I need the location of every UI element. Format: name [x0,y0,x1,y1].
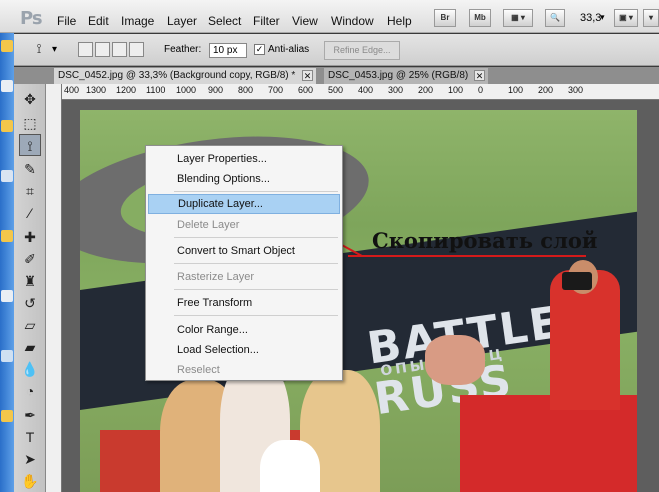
layer-context-menu: Layer Properties... Blending Options... … [145,145,343,381]
menu-separator [174,315,338,316]
menu-item-reselect: Reselect [177,364,220,376]
menu-separator [174,263,338,264]
menu-item-duplicate-layer[interactable]: Duplicate Layer... [148,194,340,214]
menu-item-delete-layer: Delete Layer [177,219,240,231]
menu-separator [174,237,338,238]
menu-item-color-range[interactable]: Color Range... [148,320,340,340]
menu-item-blending-options[interactable]: Blending Options... [148,169,340,189]
menu-item-load-selection[interactable]: Load Selection... [148,340,340,360]
menu-item-rasterize-layer: Rasterize Layer [177,271,255,283]
menu-item-free-transform[interactable]: Free Transform [148,293,340,313]
menu-item-convert-smart-object[interactable]: Convert to Smart Object [148,241,340,261]
menu-item-layer-properties[interactable]: Layer Properties... [148,149,340,169]
menu-separator [174,191,338,192]
menu-separator [174,289,338,290]
